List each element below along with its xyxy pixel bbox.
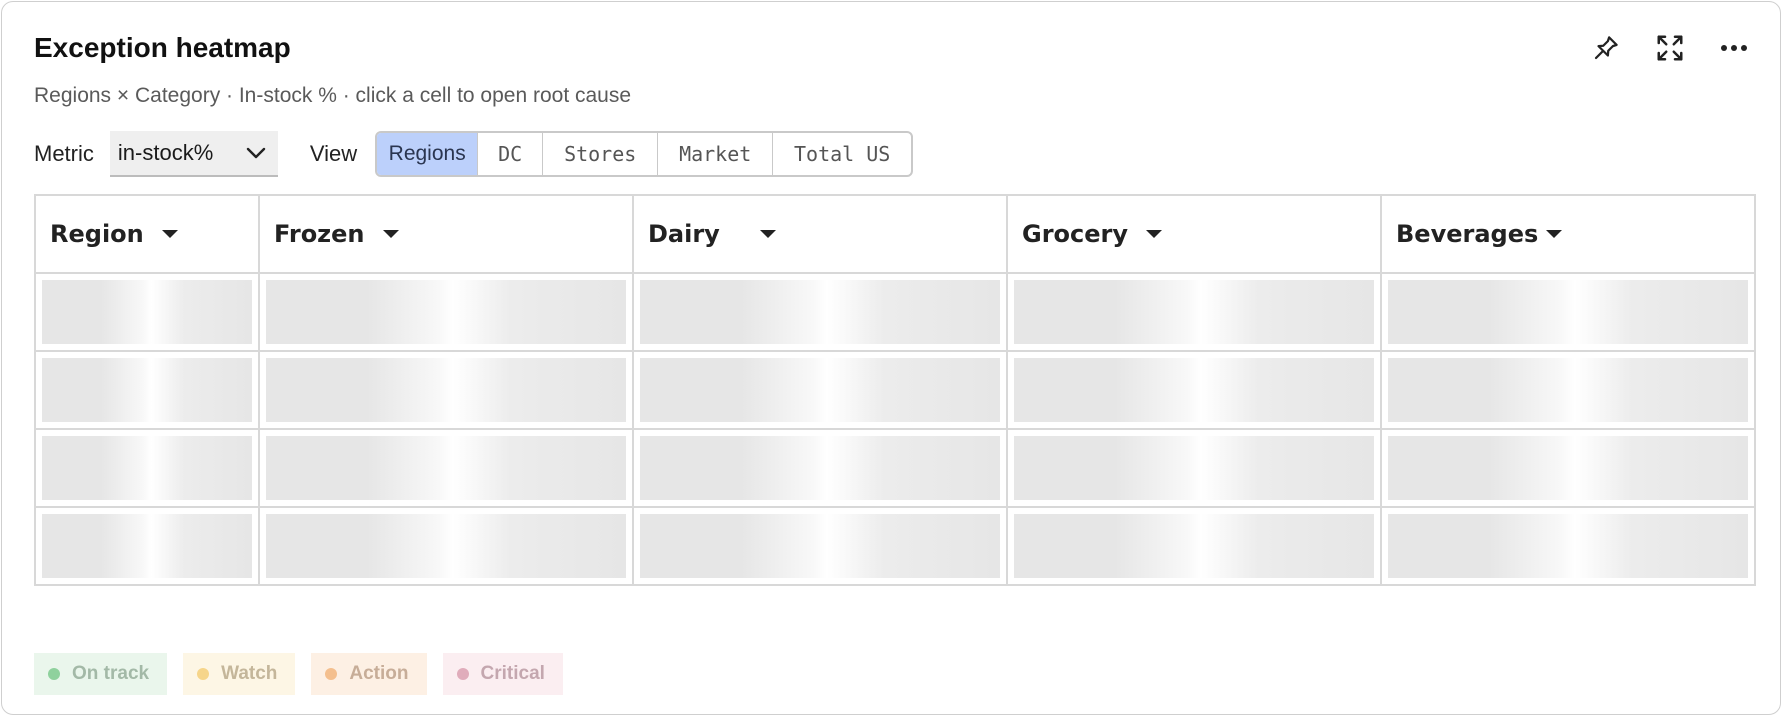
loading-skeleton: [266, 358, 626, 422]
heatmap-table: Region Frozen Dairy Grocery Beverages: [34, 194, 1756, 586]
metric-select-value: in-stock%: [117, 140, 214, 165]
column-header-grocery[interactable]: Grocery: [1006, 194, 1382, 274]
skeleton-cell: [34, 506, 260, 586]
legend-label: Critical: [480, 663, 545, 684]
metric-label: Metric: [34, 141, 94, 166]
loading-skeleton: [42, 358, 252, 422]
card-title: Exception heatmap: [34, 32, 291, 63]
loading-skeleton: [1014, 514, 1374, 578]
loading-skeleton: [1388, 358, 1748, 422]
status-legend: On track Watch Action Critical: [34, 653, 563, 695]
loading-skeleton: [1014, 436, 1374, 500]
skeleton-cell: [258, 506, 634, 586]
heatmap-controls: Metric in-stock% View Regions DC Stores …: [34, 130, 914, 178]
skeleton-cell: [1006, 350, 1382, 430]
skeleton-cell: [632, 506, 1008, 586]
loading-skeleton: [640, 358, 1000, 422]
view-option-market[interactable]: Market: [658, 133, 774, 175]
skeleton-cell: [1380, 350, 1756, 430]
sort-caret-icon: [1146, 230, 1163, 238]
loading-skeleton: [266, 280, 626, 344]
skeleton-cell: [34, 350, 260, 430]
sort-caret-icon: [161, 230, 178, 238]
skeleton-cell: [1006, 506, 1382, 586]
sort-caret-icon: [382, 230, 399, 238]
loading-skeleton: [42, 436, 252, 500]
legend-label: Action: [349, 663, 409, 684]
table-row: [34, 428, 1756, 508]
expand-icon[interactable]: [1652, 30, 1688, 66]
skeleton-cell: [1380, 506, 1756, 586]
loading-skeleton: [266, 436, 626, 500]
column-header-dairy[interactable]: Dairy: [632, 194, 1008, 274]
skeleton-cell: [1006, 272, 1382, 352]
skeleton-cell: [1006, 428, 1382, 508]
column-header-label: Beverages: [1396, 220, 1539, 248]
column-header-label: Frozen: [274, 220, 365, 248]
pin-icon[interactable]: [1588, 30, 1624, 66]
column-header-label: Region: [50, 220, 144, 248]
skeleton-cell: [258, 428, 634, 508]
skeleton-cell: [632, 428, 1008, 508]
table-header-row: Region Frozen Dairy Grocery Beverages: [34, 194, 1756, 274]
column-header-region[interactable]: Region: [34, 194, 260, 274]
view-segmented-control: Regions DC Stores Market Total US: [375, 131, 914, 177]
skeleton-cell: [1380, 428, 1756, 508]
skeleton-cell: [632, 272, 1008, 352]
loading-skeleton: [1014, 358, 1374, 422]
legend-chip-watch: Watch: [183, 653, 296, 695]
column-header-label: Dairy: [648, 220, 720, 248]
loading-skeleton: [640, 514, 1000, 578]
card-actions: [1588, 30, 1752, 66]
exception-heatmap-card: Exception heatmap Regions × Category · I…: [1, 1, 1781, 715]
skeleton-cell: [632, 350, 1008, 430]
table-body: [34, 272, 1756, 586]
metric-select[interactable]: in-stock%: [109, 131, 278, 177]
column-header-frozen[interactable]: Frozen: [258, 194, 634, 274]
column-header-beverages[interactable]: Beverages: [1380, 194, 1756, 274]
card-subtitle: Regions × Category · In-stock % · click …: [34, 84, 632, 107]
skeleton-cell: [34, 272, 260, 352]
skeleton-cell: [34, 428, 260, 508]
legend-chip-critical: Critical: [442, 653, 563, 695]
loading-skeleton: [1388, 514, 1748, 578]
loading-skeleton: [1388, 436, 1748, 500]
table-row: [34, 272, 1756, 352]
table-row: [34, 350, 1756, 430]
more-icon[interactable]: [1716, 30, 1752, 66]
column-header-label: Grocery: [1022, 220, 1129, 248]
table-row: [34, 506, 1756, 586]
status-dot-icon: [197, 668, 210, 680]
loading-skeleton: [1014, 280, 1374, 344]
sort-caret-icon: [1546, 230, 1563, 238]
loading-skeleton: [42, 514, 252, 578]
view-option-dc[interactable]: DC: [478, 133, 544, 175]
legend-label: Watch: [221, 663, 278, 684]
loading-skeleton: [640, 280, 1000, 344]
view-option-total-us[interactable]: Total US: [773, 133, 911, 175]
view-label: View: [309, 141, 358, 166]
view-option-stores[interactable]: Stores: [543, 133, 659, 175]
legend-chip-on-track: On track: [34, 653, 168, 695]
status-dot-icon: [456, 668, 469, 680]
view-option-regions[interactable]: Regions: [377, 133, 479, 175]
legend-label: On track: [72, 663, 150, 684]
skeleton-cell: [1380, 272, 1756, 352]
chevron-down-icon: [246, 147, 266, 159]
skeleton-cell: [258, 272, 634, 352]
status-dot-icon: [325, 668, 338, 680]
loading-skeleton: [1388, 280, 1748, 344]
legend-chip-action: Action: [311, 653, 427, 695]
loading-skeleton: [42, 280, 252, 344]
skeleton-cell: [258, 350, 634, 430]
status-dot-icon: [48, 668, 60, 680]
loading-skeleton: [266, 514, 626, 578]
sort-caret-icon: [759, 230, 776, 238]
loading-skeleton: [640, 436, 1000, 500]
